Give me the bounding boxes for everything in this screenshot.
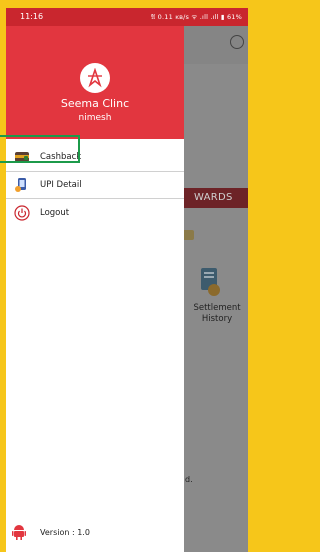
clinic-logo-icon xyxy=(80,63,110,93)
android-icon xyxy=(12,525,26,540)
settlement-line2: History xyxy=(201,314,233,324)
version-row: Version : 1.0 xyxy=(6,522,184,546)
status-bar: 11:16 𝔄 0.11 ᴋʙ/s ᯤ .ıll .ıll ▮ 61% xyxy=(6,8,248,26)
drawer-header: Seema Clinc nimesh xyxy=(6,26,184,139)
power-icon xyxy=(14,205,30,221)
settlement-icon xyxy=(201,268,220,296)
cashback-highlight-box xyxy=(0,135,80,163)
rewards-label: WARDS xyxy=(194,192,233,203)
menu-label-upi-detail: UPI Detail xyxy=(40,180,82,190)
settlement-line1: Settlement xyxy=(193,303,241,313)
upi-icon xyxy=(15,178,26,192)
divider xyxy=(6,198,184,199)
help-icon xyxy=(230,35,244,49)
phone-screen: WARDS Settlement History d. 11:16 𝔄 0.11… xyxy=(6,8,248,552)
menu-item-upi-detail[interactable]: UPI Detail xyxy=(6,172,184,198)
user-name: nimesh xyxy=(78,113,112,123)
background-fragment-text: d. xyxy=(185,475,193,484)
settlement-history-label: Settlement History xyxy=(187,303,247,325)
menu-item-logout[interactable]: Logout xyxy=(6,200,184,226)
version-label: Version : 1.0 xyxy=(40,528,90,537)
clinic-name: Seema Clinc xyxy=(60,97,130,110)
status-time: 11:16 xyxy=(20,12,44,21)
menu-label-logout: Logout xyxy=(40,208,70,218)
status-indicators: 𝔄 0.11 ᴋʙ/s ᯤ .ıll .ıll ▮ 61% xyxy=(150,13,242,21)
navigation-drawer: Seema Clinc nimesh Cashback UPI Detail L… xyxy=(6,26,184,552)
